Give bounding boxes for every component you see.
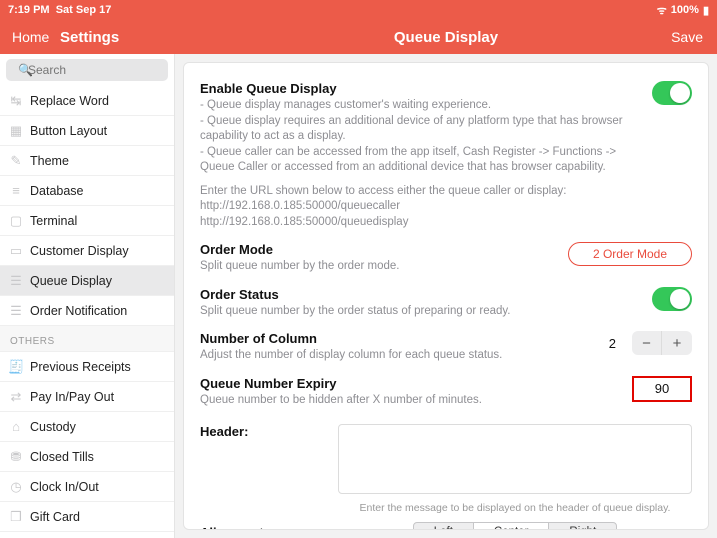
- sidebar-item-queue-display[interactable]: ☰ Queue Display: [0, 266, 174, 296]
- sidebar-item-terminal[interactable]: ▢ Terminal: [0, 206, 174, 236]
- numcol-stepper: − +: [632, 331, 692, 355]
- url-queuecaller: http://192.168.0.185:50000/queuecaller: [200, 200, 400, 212]
- status-bar: 7:19 PM Sat Sep 17 ᯤ 100% ▮: [0, 0, 717, 20]
- numcol-desc: Adjust the number of display column for …: [200, 348, 597, 364]
- sidebar-item-label: Queue Display: [30, 274, 112, 288]
- sidebar-item-label: Button Layout: [30, 124, 107, 138]
- sidebar-section-others: OTHERS: [0, 326, 174, 352]
- ordermode-desc: Split queue number by the order mode.: [200, 259, 556, 275]
- sidebar-item-custody[interactable]: ⌂ Custody: [0, 412, 174, 442]
- sidebar-item-order-notification[interactable]: ☰ Order Notification: [0, 296, 174, 326]
- receipt-icon: 🧾: [8, 359, 24, 375]
- clock-icon: ◷: [8, 479, 24, 495]
- sidebar: 🔍 ↹ Replace Word ▦ Button Layout ✎ Theme ≡ D…: [0, 54, 175, 538]
- sidebar-item-label: Closed Tills: [30, 450, 94, 464]
- queue-icon: ☰: [8, 273, 24, 289]
- alignment-right[interactable]: Right: [549, 523, 616, 530]
- alignment-segmented: Left Center Right: [413, 522, 618, 530]
- sidebar-item-previous-receipts[interactable]: 🧾 Previous Receipts: [0, 352, 174, 382]
- sidebar-item-label: Customer Display: [30, 244, 129, 258]
- sidebar-item-label: Terminal: [30, 214, 77, 228]
- grid-icon: ▦: [8, 123, 24, 139]
- sidebar-item-label: Clock In/Out: [30, 480, 99, 494]
- numcol-value: 2: [609, 336, 616, 351]
- sidebar-item-label: Order Notification: [30, 304, 127, 318]
- battery-pct: 100%: [671, 4, 699, 16]
- sidebar-item-replace-word[interactable]: ↹ Replace Word: [0, 86, 174, 116]
- header-label: Header:: [200, 424, 320, 439]
- alignment-left[interactable]: Left: [414, 523, 473, 530]
- numcol-minus-button[interactable]: −: [632, 331, 662, 355]
- sidebar-item-label: Pay In/Pay Out: [30, 390, 114, 404]
- alignment-label: Alignment:: [200, 525, 320, 530]
- orderstatus-title: Order Status: [200, 287, 640, 302]
- page-title: Queue Display: [175, 29, 717, 46]
- save-button[interactable]: Save: [671, 29, 703, 45]
- alignment-center[interactable]: Center: [473, 523, 550, 530]
- header-hint: Enter the message to be displayed on the…: [338, 502, 692, 514]
- sidebar-item-customer-display[interactable]: ▭ Customer Display: [0, 236, 174, 266]
- cash-icon: ⇄: [8, 389, 24, 405]
- terminal-icon: ▢: [8, 213, 24, 229]
- sidebar-item-label: Custody: [30, 420, 76, 434]
- sidebar-item-label: Previous Receipts: [30, 360, 131, 374]
- sidebar-item-closed-tills[interactable]: ⛃ Closed Tills: [0, 442, 174, 472]
- wifi-icon: ᯤ: [657, 3, 667, 18]
- expiry-title: Queue Number Expiry: [200, 376, 620, 391]
- numcol-title: Number of Column: [200, 331, 597, 346]
- sidebar-item-button-layout[interactable]: ▦ Button Layout: [0, 116, 174, 146]
- sidebar-item-database[interactable]: ≡ Database: [0, 176, 174, 206]
- orderstatus-toggle[interactable]: [652, 287, 692, 311]
- sidebar-item-label: Database: [30, 184, 84, 198]
- search-icon: 🔍: [18, 63, 33, 77]
- url-queuedisplay: http://192.168.0.185:50000/queuedisplay: [200, 216, 408, 228]
- sidebar-item-gift-card[interactable]: ❒ Gift Card: [0, 502, 174, 532]
- theme-icon: ✎: [8, 153, 24, 169]
- numcol-plus-button[interactable]: +: [662, 331, 692, 355]
- sidebar-item-label: Gift Card: [30, 510, 80, 524]
- ordermode-button[interactable]: 2 Order Mode: [568, 242, 692, 266]
- database-icon: ≡: [8, 183, 24, 198]
- enable-title: Enable Queue Display: [200, 81, 640, 96]
- replace-icon: ↹: [8, 93, 24, 109]
- expiry-input[interactable]: 90: [632, 376, 692, 402]
- status-date: Sat Sep 17: [56, 4, 112, 16]
- url-intro: Enter the URL shown below to access eith…: [200, 185, 567, 197]
- nav-bar: Home Settings Queue Display Save: [0, 20, 717, 54]
- settings-title: Settings: [60, 29, 119, 46]
- status-time: 7:19 PM: [8, 4, 50, 16]
- sidebar-item-label: Replace Word: [30, 94, 109, 108]
- custody-icon: ⌂: [8, 419, 24, 434]
- sidebar-item-clock-in-out[interactable]: ◷ Clock In/Out: [0, 472, 174, 502]
- sidebar-item-pay-in-out[interactable]: ⇄ Pay In/Pay Out: [0, 382, 174, 412]
- battery-icon: ▮: [703, 4, 709, 17]
- sidebar-item-label: Theme: [30, 154, 69, 168]
- enable-desc: - Queue display manages customer's waiti…: [200, 98, 640, 176]
- orderstatus-desc: Split queue number by the order status o…: [200, 304, 640, 320]
- notification-icon: ☰: [8, 303, 24, 319]
- enable-toggle[interactable]: [652, 81, 692, 105]
- display-icon: ▭: [8, 243, 24, 259]
- ordermode-title: Order Mode: [200, 242, 556, 257]
- header-textarea[interactable]: [338, 424, 692, 494]
- sidebar-item-theme[interactable]: ✎ Theme: [0, 146, 174, 176]
- settings-card: Enable Queue Display - Queue display man…: [183, 62, 709, 530]
- home-button[interactable]: Home: [12, 29, 49, 45]
- till-icon: ⛃: [8, 449, 24, 465]
- expiry-desc: Queue number to be hidden after X number…: [200, 393, 620, 409]
- gift-icon: ❒: [8, 509, 24, 525]
